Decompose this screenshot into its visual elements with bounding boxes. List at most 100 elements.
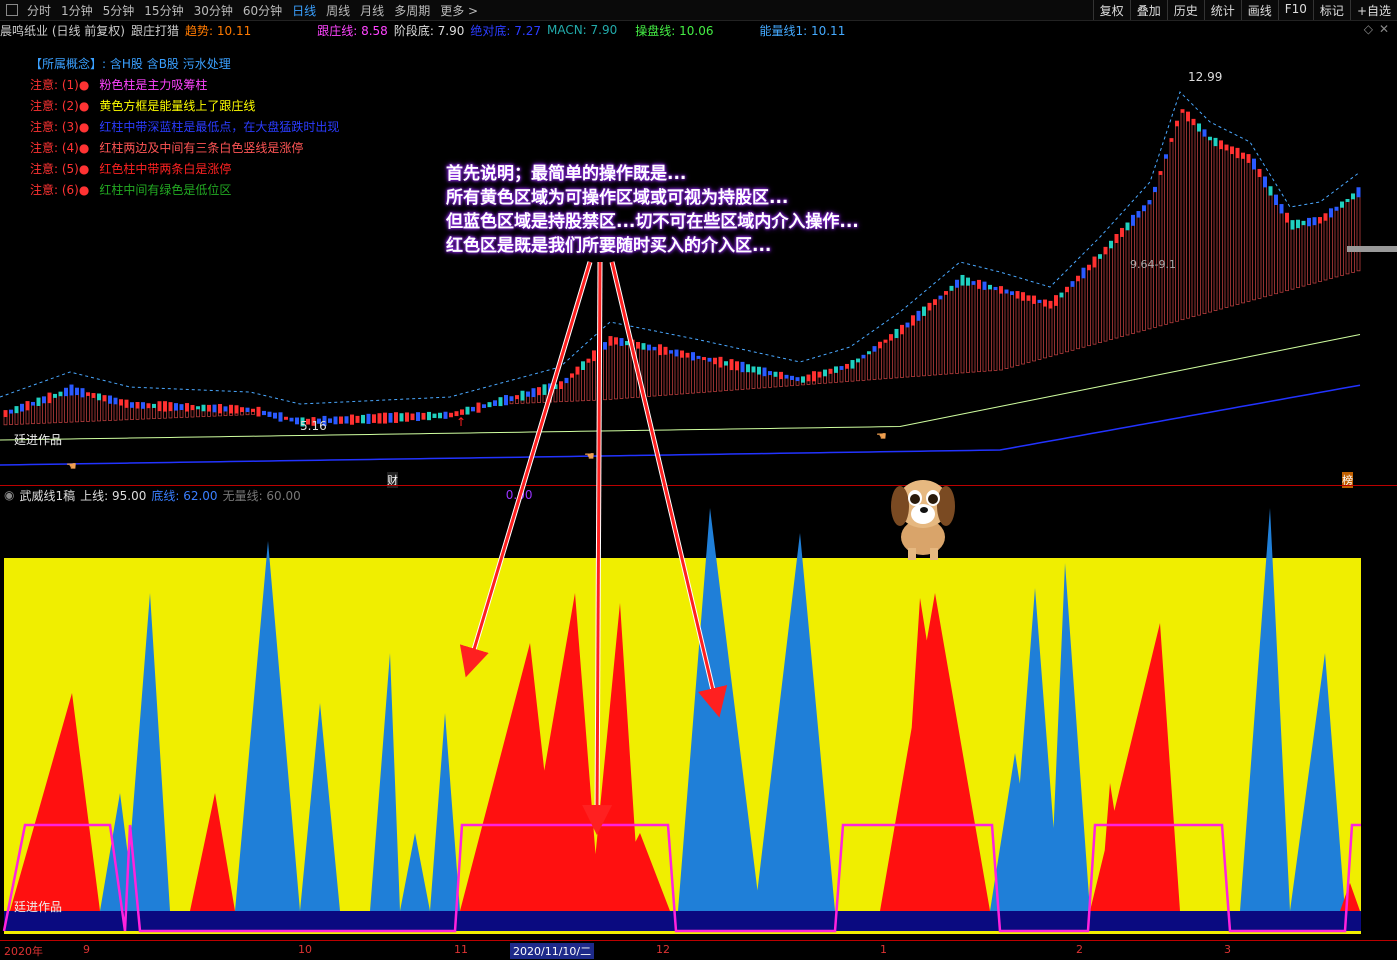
candlestick — [443, 411, 448, 419]
candlestick — [1191, 118, 1196, 126]
period-toolbar: 分时 1分钟 5分钟 15分钟 30分钟 60分钟 日线 周线 月线 多周期 更… — [0, 0, 1397, 21]
candlestick — [768, 371, 772, 376]
candlestick — [295, 417, 299, 425]
hand-icon[interactable]: ☚ — [66, 459, 77, 473]
candlestick — [482, 404, 486, 408]
tab-monthly[interactable]: 月线 — [355, 2, 389, 19]
candlestick — [168, 402, 173, 412]
volume-bar — [1048, 304, 1053, 357]
candlestick — [839, 366, 844, 370]
volume-bar — [1004, 291, 1009, 369]
author-watermark-sub: 廷进作品 — [14, 900, 63, 914]
candlestick — [669, 350, 673, 354]
tab-5min[interactable]: 5分钟 — [98, 2, 140, 19]
jdd2-value: 绝对底: 7.27 — [470, 23, 541, 38]
candlestick — [702, 357, 706, 361]
candlestick — [680, 350, 684, 358]
tab-weekly[interactable]: 周线 — [321, 2, 355, 19]
close-icon[interactable]: ✕ — [1379, 22, 1389, 36]
volume-bar — [988, 286, 992, 372]
volume-bar — [575, 370, 580, 402]
candlestick — [410, 413, 415, 421]
axis-label: 9 — [83, 943, 90, 956]
draw-button[interactable]: 画线 — [1240, 0, 1278, 20]
candlestick — [1263, 176, 1267, 188]
tab-30min[interactable]: 30分钟 — [189, 2, 238, 19]
volume-bar — [614, 340, 618, 400]
volume-bar — [839, 367, 844, 383]
sub-collapse-icon[interactable]: ◉ — [4, 488, 14, 502]
upper-line-value: 上线: 95.00 — [80, 488, 147, 503]
f10-button[interactable]: F10 — [1277, 0, 1313, 20]
candlestick — [498, 397, 503, 407]
date-axis: 2020年 9 10 11 2020/11/10/二 12 1 2 3 — [0, 940, 1397, 960]
candlestick — [289, 417, 294, 422]
collapse-icon[interactable]: ◇ — [1364, 22, 1373, 36]
volume-bar — [1186, 116, 1190, 319]
tab-multi[interactable]: 多周期 — [389, 2, 435, 19]
volume-bar — [102, 397, 107, 422]
candlestick — [812, 371, 816, 382]
tab-1min[interactable]: 1分钟 — [56, 2, 98, 19]
volume-bar — [658, 349, 662, 396]
volume-bar — [680, 353, 684, 395]
low-price-label: 5.16 — [300, 419, 327, 433]
volume-bar — [630, 343, 635, 399]
sub-chart[interactable] — [0, 503, 1397, 940]
candlestick — [146, 403, 151, 409]
note-item: 注意: (3)● 红柱中带深蓝柱是最低点，在大盘猛跌时出现 — [30, 117, 339, 138]
tab-daily[interactable]: 日线 — [287, 2, 321, 19]
candlestick — [1340, 201, 1344, 208]
window-icon[interactable] — [6, 4, 18, 16]
volume-bar — [636, 344, 640, 398]
volume-bar — [993, 288, 998, 371]
candlestick — [1235, 147, 1240, 159]
hand-icon[interactable]: ☚ — [584, 449, 595, 463]
stats-button[interactable]: 统计 — [1203, 0, 1241, 20]
candlestick — [405, 412, 409, 422]
candlestick — [465, 406, 470, 415]
add-favorite-button[interactable]: +自选 — [1349, 0, 1397, 20]
jdd-value: 阶段底: 7.90 — [393, 23, 465, 38]
volume-bar — [1274, 199, 1278, 295]
candlestick — [828, 368, 833, 374]
candlestick — [1010, 291, 1014, 296]
hand-icon[interactable]: ☚ — [876, 429, 887, 443]
volume-bar — [900, 329, 904, 378]
candlestick — [1147, 200, 1152, 205]
fuquan-button[interactable]: 复权 — [1092, 0, 1130, 20]
candlestick — [1307, 217, 1311, 227]
tab-15min[interactable]: 15分钟 — [139, 2, 188, 19]
candlestick — [163, 401, 167, 412]
indicator-name[interactable]: 跟庄打猎 — [131, 22, 179, 39]
axis-label: 1 — [880, 943, 887, 956]
candlestick — [971, 281, 976, 285]
candlestick — [1252, 158, 1256, 170]
tab-fenshi[interactable]: 分时 — [22, 2, 56, 19]
candlestick — [1158, 171, 1163, 175]
candlestick — [993, 286, 998, 291]
candlestick — [432, 413, 437, 418]
tab-60min[interactable]: 60分钟 — [238, 2, 287, 19]
candlestick — [1103, 246, 1108, 255]
candlestick — [229, 404, 233, 414]
volume-bar — [1043, 302, 1047, 359]
tab-more[interactable]: 更多 > — [435, 2, 483, 19]
mark-button[interactable]: 标记 — [1312, 0, 1350, 20]
volume-bar — [570, 375, 574, 402]
candlestick — [834, 366, 838, 373]
candlestick — [14, 406, 19, 414]
candlestick — [487, 402, 492, 408]
volume-bar — [1076, 278, 1080, 350]
ma-line-yellow — [0, 334, 1361, 441]
history-button[interactable]: 历史 — [1166, 0, 1204, 20]
candlestick — [1230, 146, 1234, 155]
candlestick — [1296, 219, 1300, 229]
diejia-button[interactable]: 叠加 — [1129, 0, 1167, 20]
candlestick — [531, 388, 536, 398]
candlestick — [1208, 136, 1212, 141]
candlestick — [1356, 187, 1361, 198]
volume-bar — [1109, 244, 1113, 340]
volume-bar — [1092, 261, 1097, 345]
sub-title[interactable]: 武威线1稿 — [19, 487, 75, 504]
